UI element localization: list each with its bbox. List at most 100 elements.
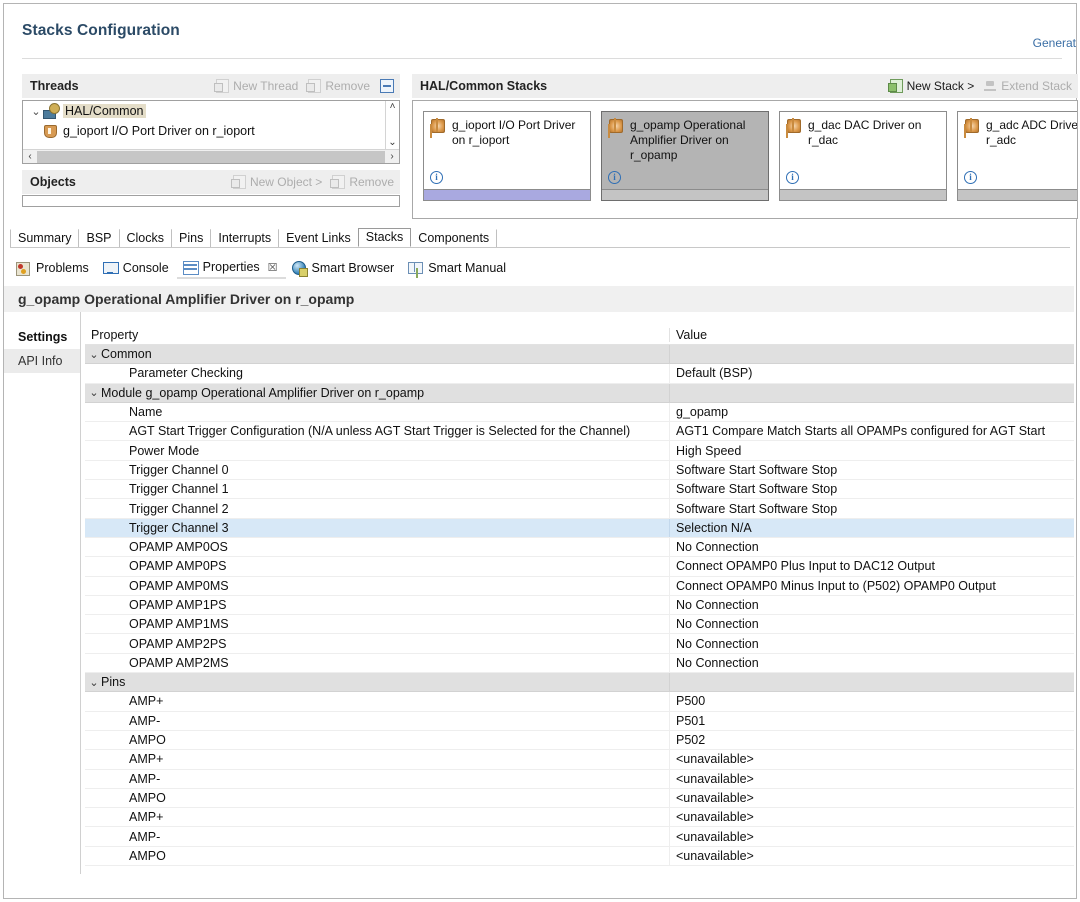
table-row[interactable]: Name g_opamp [85, 402, 1074, 423]
row-value[interactable]: P501 [669, 711, 1074, 730]
generate-project-content-link[interactable]: Generat [1033, 36, 1076, 50]
tree-item-hal-common[interactable]: ⌄ HAL/Common [23, 101, 399, 121]
stack-card-g-dac[interactable]: g_dac DAC Driver on r_dac i [779, 111, 947, 201]
row-value[interactable]: No Connection [669, 537, 1074, 557]
table-group-row[interactable]: ⌄ Pins [85, 673, 1074, 693]
table-row[interactable]: OPAMP AMP0OS No Connection [85, 537, 1074, 558]
info-icon[interactable]: i [430, 171, 443, 184]
table-row[interactable]: Power Mode High Speed [85, 441, 1074, 461]
table-row[interactable]: AMPO <unavailable> [85, 846, 1074, 867]
table-row[interactable]: AMP- P501 [85, 711, 1074, 731]
remove-thread-button[interactable]: Remove [306, 79, 370, 93]
row-value[interactable]: <unavailable> [669, 846, 1074, 866]
table-row[interactable]: OPAMP AMP2PS No Connection [85, 634, 1074, 654]
row-value[interactable]: Default (BSP) [669, 364, 1074, 383]
chevron-down-icon[interactable]: ⌄ [85, 676, 101, 689]
scroll-thumb[interactable] [37, 150, 385, 163]
extend-stack-button[interactable]: Extend Stack [984, 79, 1072, 93]
tab-smart-manual[interactable]: Smart Manual [402, 259, 514, 278]
row-value[interactable]: Selection N/A [669, 518, 1074, 537]
tab-console[interactable]: Console [97, 259, 177, 278]
row-value[interactable]: P502 [669, 730, 1074, 750]
tab-pins[interactable]: Pins [171, 229, 212, 247]
row-value[interactable]: Connect OPAMP0 Plus Input to DAC12 Outpu… [669, 557, 1074, 576]
table-row[interactable]: AMP+ <unavailable> [85, 750, 1074, 770]
table-row[interactable]: OPAMP AMP0MS Connect OPAMP0 Minus Input … [85, 576, 1074, 596]
tab-smart-browser[interactable]: Smart Browser [286, 259, 403, 278]
properties-icon [182, 260, 199, 275]
close-icon[interactable]: ☒ [268, 261, 278, 274]
row-value[interactable]: Connect OPAMP0 Minus Input to (P502) OPA… [669, 576, 1074, 595]
tab-event-links[interactable]: Event Links [278, 229, 359, 247]
tree-item-g-ioport[interactable]: g_ioport I/O Port Driver on r_ioport [23, 121, 399, 141]
new-object-button[interactable]: New Object > [230, 175, 322, 189]
row-value[interactable]: <unavailable> [669, 808, 1074, 827]
collapse-all-button[interactable] [380, 79, 394, 93]
row-value[interactable]: Software Start Software Stop [669, 480, 1074, 499]
table-row[interactable]: AMP- <unavailable> [85, 827, 1074, 847]
table-row[interactable]: AGT Start Trigger Configuration (N/A unl… [85, 422, 1074, 442]
row-value[interactable]: <unavailable> [669, 788, 1074, 808]
table-group-row[interactable]: ⌄ Module g_opamp Operational Amplifier Dr… [85, 383, 1074, 403]
scroll-left-icon[interactable]: ‹ [23, 151, 37, 162]
tab-stacks[interactable]: Stacks [357, 228, 412, 247]
chevron-down-icon[interactable]: ⌄ [85, 348, 101, 361]
table-row[interactable]: Parameter Checking Default (BSP) [85, 364, 1074, 384]
tab-clocks[interactable]: Clocks [118, 229, 173, 247]
table-row[interactable]: OPAMP AMP1PS No Connection [85, 595, 1074, 616]
row-value[interactable]: High Speed [669, 441, 1074, 460]
side-tab-settings[interactable]: Settings [4, 325, 80, 349]
stack-card-g-ioport[interactable]: g_ioport I/O Port Driver on r_ioport i [423, 111, 591, 201]
row-property: Module g_opamp Operational Amplifier Dri… [101, 385, 425, 400]
chevron-down-icon[interactable]: ⌄ [85, 386, 101, 399]
row-value[interactable]: P500 [669, 692, 1074, 711]
chevron-down-icon[interactable]: ⌄ [29, 105, 43, 118]
table-row[interactable]: Trigger Channel 0 Software Start Softwar… [85, 460, 1074, 481]
table-row[interactable]: AMP+ <unavailable> [85, 808, 1074, 828]
table-row[interactable]: AMPO <unavailable> [85, 788, 1074, 809]
row-value[interactable]: No Connection [669, 595, 1074, 615]
threads-tree[interactable]: ⌄ HAL/Common g_ioport I/O Port Driver on… [22, 100, 400, 164]
table-row-selected[interactable]: Trigger Channel 3 Selection N/A [85, 518, 1074, 538]
table-group-row[interactable]: ⌄ Common [85, 345, 1074, 365]
scroll-up-icon[interactable]: ˄ [390, 101, 396, 113]
scroll-down-icon[interactable]: ⌄ [388, 137, 396, 149]
row-value[interactable]: No Connection [669, 653, 1074, 673]
table-row[interactable]: AMPO P502 [85, 730, 1074, 751]
stack-card-g-opamp[interactable]: g_opamp Operational Amplifier Driver on … [601, 111, 769, 201]
table-row[interactable]: OPAMP AMP1MS No Connection [85, 615, 1074, 635]
row-value[interactable]: No Connection [669, 634, 1074, 653]
row-value[interactable]: Software Start Software Stop [669, 460, 1074, 480]
table-row[interactable]: Trigger Channel 1 Software Start Softwar… [85, 480, 1074, 500]
tab-interrupts[interactable]: Interrupts [210, 229, 280, 247]
tree-vertical-scrollbar[interactable]: ˄ ⌄ [385, 101, 399, 149]
tab-components[interactable]: Components [410, 229, 498, 247]
tree-horizontal-scrollbar[interactable]: ‹ › [23, 149, 399, 163]
info-icon[interactable]: i [608, 171, 621, 184]
new-thread-button[interactable]: New Thread [214, 79, 298, 93]
info-icon[interactable]: i [964, 171, 977, 184]
row-value[interactable]: <unavailable> [669, 827, 1074, 846]
table-row[interactable]: Trigger Channel 2 Software Start Softwar… [85, 499, 1074, 519]
stack-card-g-adc[interactable]: g_adc ADC Driver on r_adc i [957, 111, 1077, 201]
tab-properties[interactable]: Properties ☒ [176, 258, 286, 279]
table-row[interactable]: AMP+ P500 [85, 692, 1074, 712]
side-tab-api-info[interactable]: API Info [4, 349, 80, 373]
row-value[interactable]: AGT1 Compare Match Starts all OPAMPs con… [669, 422, 1074, 441]
info-icon[interactable]: i [786, 171, 799, 184]
scroll-right-icon[interactable]: › [385, 151, 399, 162]
new-stack-button[interactable]: New Stack > [887, 79, 974, 93]
row-value[interactable]: <unavailable> [669, 750, 1074, 769]
row-value[interactable]: Software Start Software Stop [669, 499, 1074, 518]
row-value[interactable]: g_opamp [669, 402, 1074, 422]
row-value[interactable]: No Connection [669, 615, 1074, 634]
objects-list[interactable] [22, 195, 400, 207]
table-row[interactable]: OPAMP AMP2MS No Connection [85, 653, 1074, 674]
tab-problems[interactable]: Problems [10, 259, 97, 278]
row-value[interactable]: <unavailable> [669, 769, 1074, 788]
tab-bsp[interactable]: BSP [78, 229, 120, 247]
remove-object-button[interactable]: Remove [330, 175, 394, 189]
table-row[interactable]: OPAMP AMP0PS Connect OPAMP0 Plus Input t… [85, 557, 1074, 577]
tab-summary[interactable]: Summary [10, 229, 80, 247]
table-row[interactable]: AMP- <unavailable> [85, 769, 1074, 789]
